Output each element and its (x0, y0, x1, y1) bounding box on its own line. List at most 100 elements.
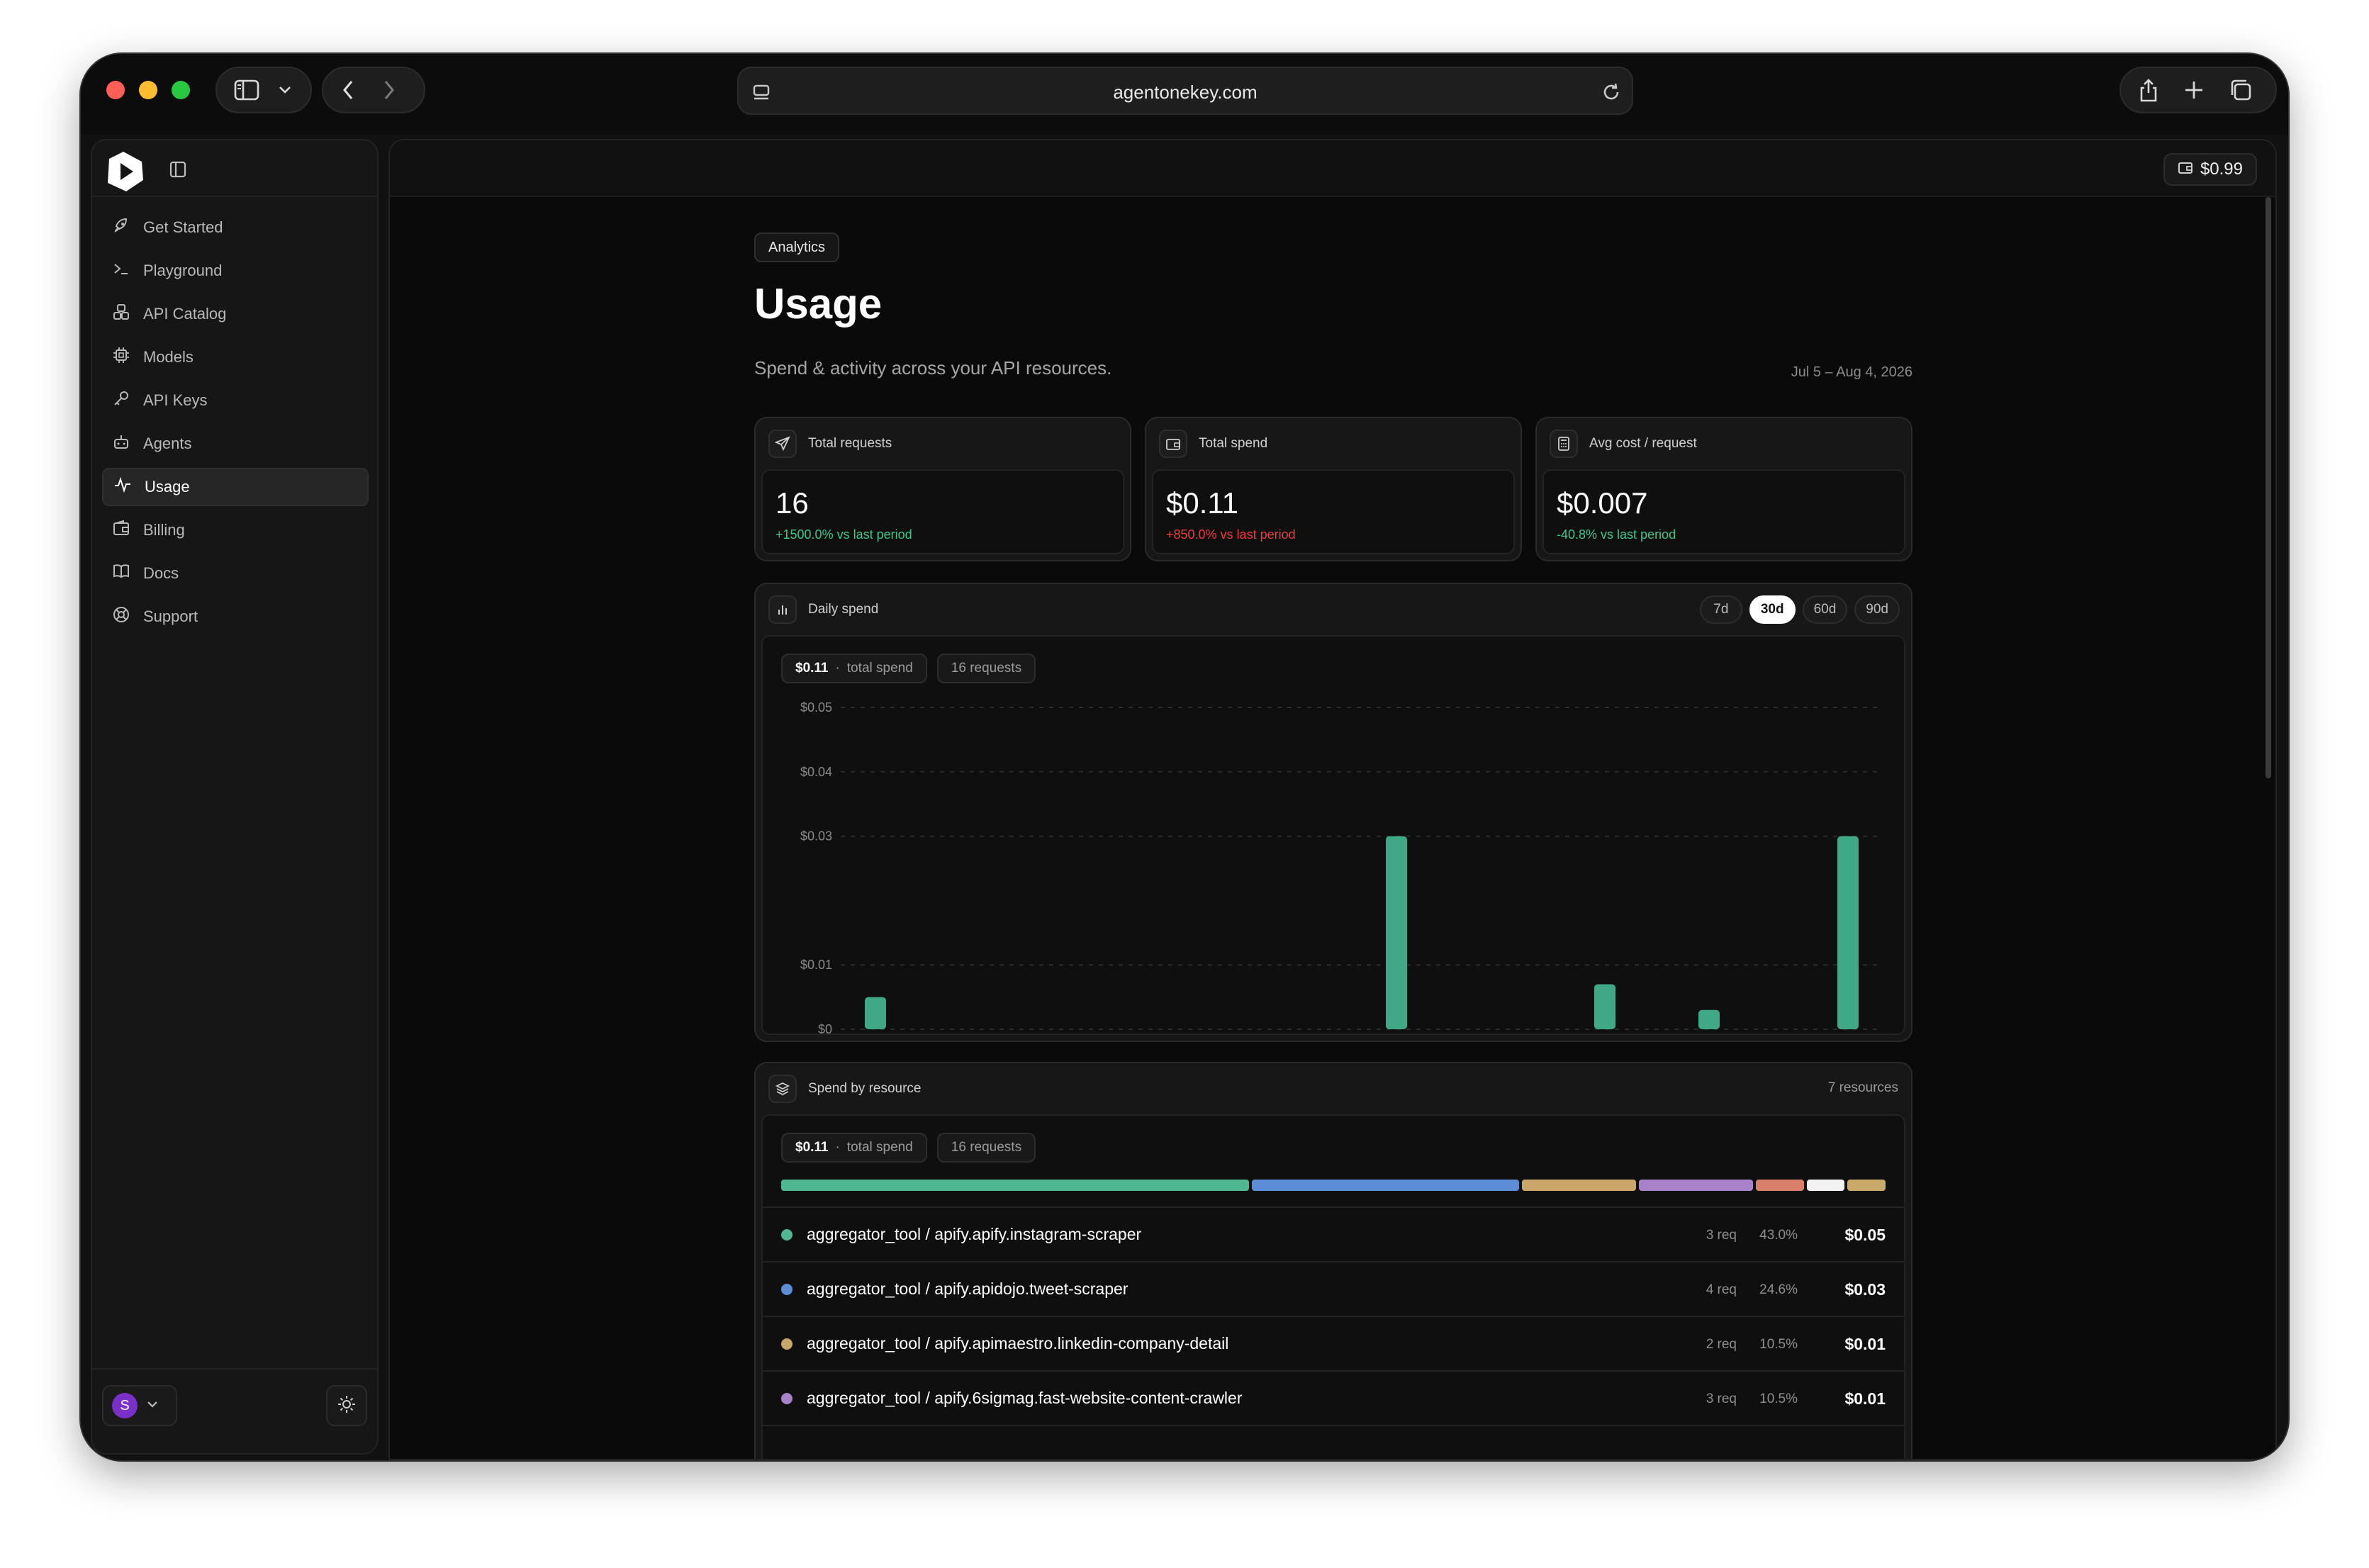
back-button[interactable] (342, 79, 354, 101)
account-menu-button[interactable]: S (102, 1385, 177, 1426)
address-bar[interactable]: agentonekey.com (737, 67, 1633, 115)
activity-icon (113, 476, 132, 498)
tab-overview-icon[interactable] (2229, 78, 2253, 102)
sidebar-nav: Get Started Playground API Catalog Model… (102, 208, 369, 641)
panel-title: Daily spend (808, 602, 879, 617)
share-icon[interactable] (2138, 77, 2159, 103)
sidebar-item-models[interactable]: Models (102, 338, 369, 376)
reload-icon[interactable] (1601, 82, 1622, 103)
stat-card-total-spend: Total spend $0.11 +850.0% vs last period (1145, 417, 1522, 561)
chevron-down-icon (146, 1399, 159, 1412)
chart-bar (1837, 836, 1859, 1029)
chart-bar (1698, 1009, 1720, 1029)
collapse-sidebar-icon[interactable] (169, 160, 187, 182)
chart-bar (865, 997, 886, 1029)
sidebar-item-label: Playground (143, 262, 223, 279)
y-tick-label: $0.05 (800, 700, 832, 715)
stat-card-avg-cost: Avg cost / request $0.007 -40.8% vs last… (1535, 417, 1912, 561)
sidebar-item-billing[interactable]: Billing (102, 511, 369, 549)
key-icon (112, 389, 130, 412)
close-window-button[interactable] (106, 81, 125, 99)
range-tab-90d[interactable]: 90d (1854, 595, 1900, 624)
resource-row[interactable]: aggregator_tool / apify.apify.instagram-… (763, 1206, 1904, 1261)
new-tab-icon[interactable] (2183, 79, 2205, 101)
cubes-icon (112, 303, 130, 325)
stat-value: $0.11 (1166, 486, 1238, 520)
resource-requests: 3 req (1706, 1391, 1737, 1406)
resource-row[interactable]: aggregator_tool / apify.6sigmag.fast-web… (763, 1370, 1904, 1425)
y-tick-label: $0.04 (800, 765, 832, 779)
section-tag: Analytics (754, 233, 840, 262)
page-scrollbar[interactable] (2266, 197, 2271, 778)
total-spend-amount: $0.11 (795, 1140, 829, 1155)
resource-name: aggregator_tool / apify.apimaestro.linke… (807, 1334, 1229, 1353)
sidebar-item-get-started[interactable]: Get Started (102, 208, 369, 247)
total-spend-label: total spend (846, 1140, 913, 1155)
resource-percent: 10.5% (1759, 1391, 1798, 1406)
forward-button[interactable] (383, 79, 396, 101)
stat-delta: +1500.0% vs last period (775, 527, 912, 542)
sidebar-item-support[interactable]: Support (102, 598, 369, 636)
avatar: S (112, 1393, 138, 1418)
stat-label: Total requests (808, 436, 892, 451)
resource-row[interactable]: aggregator_tool / apify.apimaestro.linke… (763, 1316, 1904, 1370)
sidebar-toggle-button[interactable] (215, 67, 312, 113)
resource-row[interactable]: aggregator_tool / apify.apidojo.tweet-sc… (763, 1261, 1904, 1316)
y-tick-label: $0 (818, 1022, 832, 1034)
sidebar-item-label: Models (143, 348, 194, 366)
resource-percent: 24.6% (1759, 1282, 1798, 1297)
sidebar-item-api-keys[interactable]: API Keys (102, 381, 369, 420)
total-spend-chip: $0.11 · total spend (781, 1133, 927, 1163)
sidebar-item-label: Docs (143, 564, 179, 582)
minimize-window-button[interactable] (139, 81, 157, 99)
y-tick-label: $0.01 (800, 958, 832, 972)
spend-share-segment (1639, 1180, 1754, 1191)
spend-by-resource-panel: Spend by resource 7 resources $0.11 · to… (754, 1062, 1912, 1459)
resource-row[interactable] (763, 1425, 1904, 1459)
resource-name: aggregator_tool / apify.apidojo.tweet-sc… (807, 1279, 1129, 1298)
stat-delta: -40.8% vs last period (1557, 527, 1676, 542)
stat-label: Avg cost / request (1589, 436, 1697, 451)
resource-requests: 4 req (1706, 1282, 1737, 1297)
resource-count: 7 resources (1827, 1080, 1898, 1095)
spend-share-segment (1847, 1180, 1886, 1191)
resource-amount: $0.03 (1844, 1280, 1886, 1299)
lifebuoy-icon (112, 605, 130, 628)
stat-value: 16 (775, 486, 809, 520)
sidebar-item-api-catalog[interactable]: API Catalog (102, 295, 369, 333)
sidebar-item-usage[interactable]: Usage (102, 468, 369, 506)
resource-amount: $0.01 (1844, 1389, 1886, 1408)
browser-toolbar: agentonekey.com (81, 54, 2288, 135)
sidebar-bottom-divider (92, 1368, 377, 1370)
spend-by-resource-body: $0.11 · total spend 16 requests aggregat… (761, 1114, 1905, 1459)
sidebar-item-agents[interactable]: Agents (102, 425, 369, 463)
sidebar-item-label: Usage (145, 478, 190, 495)
app-logo[interactable] (102, 149, 147, 194)
rocket-icon (112, 216, 130, 239)
main-content: $0.99 Analytics Usage Spend & activity a… (388, 139, 2277, 1460)
range-tab-7d[interactable]: 7d (1699, 595, 1742, 624)
range-tabs: 7d 30d 60d 90d (1699, 595, 1900, 624)
resource-list: aggregator_tool / apify.apify.instagram-… (763, 1206, 1904, 1459)
sidebar-item-playground[interactable]: Playground (102, 252, 369, 290)
browser-window: agentonekey.com Get Started Playground A… (81, 54, 2288, 1460)
range-tab-60d[interactable]: 60d (1802, 595, 1848, 624)
chart-bar (1386, 836, 1407, 1029)
resource-requests: 2 req (1706, 1337, 1737, 1352)
requests-chip: 16 requests (936, 1133, 1036, 1163)
resource-name: aggregator_tool / apify.apify.instagram-… (807, 1225, 1142, 1243)
resource-color-dot (781, 1338, 793, 1350)
chip-icon (112, 346, 130, 369)
bar-chart-icon (768, 595, 797, 624)
sidebar-item-docs[interactable]: Docs (102, 554, 369, 593)
spend-share-bar (781, 1180, 1886, 1191)
theme-toggle-button[interactable] (326, 1385, 367, 1426)
history-navigation (322, 67, 425, 113)
send-icon (768, 430, 797, 458)
resource-requests: 3 req (1706, 1228, 1737, 1243)
balance-button[interactable]: $0.99 (2163, 153, 2257, 186)
sidebar-item-label: API Keys (143, 391, 208, 409)
resource-color-dot (781, 1393, 793, 1404)
range-tab-30d[interactable]: 30d (1749, 595, 1796, 624)
zoom-window-button[interactable] (172, 81, 190, 99)
